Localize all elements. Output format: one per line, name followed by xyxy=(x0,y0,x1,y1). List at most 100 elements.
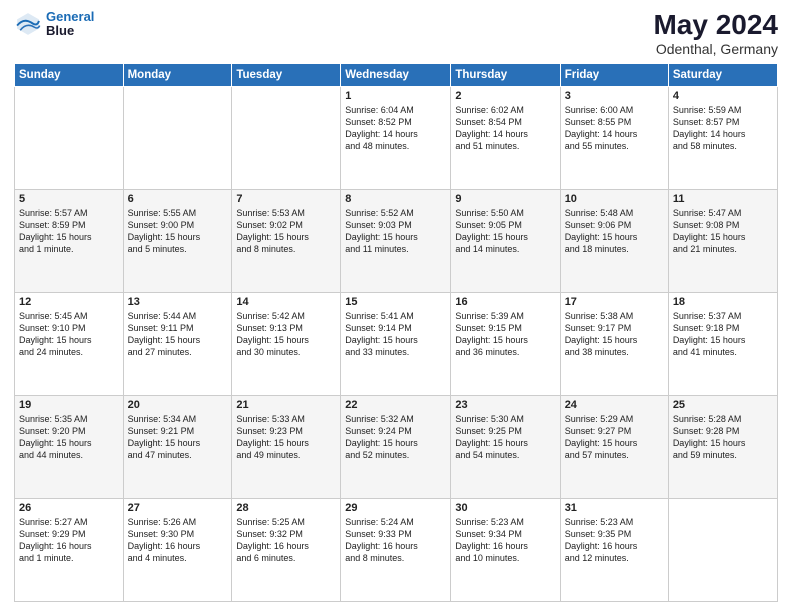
day-number: 9 xyxy=(455,193,555,205)
logo: General Blue xyxy=(14,10,94,39)
day-number: 25 xyxy=(673,399,773,411)
main-title: May 2024 xyxy=(653,10,778,41)
day-number: 28 xyxy=(236,502,336,514)
cell-3-6: 25 Sunrise: 5:28 AM Sunset: 9:28 PM Dayli… xyxy=(668,395,777,498)
cell-4-0: 26Sunrise: 5:27 AM Sunset: 9:29 PM Dayli… xyxy=(15,498,124,601)
day-number: 19 xyxy=(19,399,119,411)
cell-3-3: 22Sunrise: 5:32 AM Sunset: 9:24 PM Dayli… xyxy=(341,395,451,498)
cell-info: Sunrise: 6:04 AM Sunset: 8:52 PM Dayligh… xyxy=(345,104,446,153)
day-number: 3 xyxy=(565,90,664,102)
cell-info: Sunrise: 5:48 AM Sunset: 9:06 PM Dayligh… xyxy=(565,207,664,256)
week-row-1: 5 Sunrise: 5:57 AM Sunset: 8:59 PM Daylig… xyxy=(15,189,778,292)
cell-0-0 xyxy=(15,86,124,189)
day-number: 6 xyxy=(128,193,228,205)
day-number: 14 xyxy=(236,296,336,308)
cell-3-0: 19 Sunrise: 5:35 AM Sunset: 9:20 PM Dayli… xyxy=(15,395,124,498)
day-number: 21 xyxy=(236,399,336,411)
day-number: 27 xyxy=(128,502,228,514)
cell-info: Sunrise: 5:53 AM Sunset: 9:02 PM Dayligh… xyxy=(236,207,336,256)
day-number: 29 xyxy=(345,502,446,514)
day-number: 17 xyxy=(565,296,664,308)
calendar-header: SundayMondayTuesdayWednesdayThursdayFrid… xyxy=(15,63,778,86)
weekday-monday: Monday xyxy=(123,63,232,86)
week-row-3: 19 Sunrise: 5:35 AM Sunset: 9:20 PM Dayli… xyxy=(15,395,778,498)
cell-0-6: 4 Sunrise: 5:59 AM Sunset: 8:57 PM Daylig… xyxy=(668,86,777,189)
cell-info: Sunrise: 6:02 AM Sunset: 8:54 PM Dayligh… xyxy=(455,104,555,153)
day-number: 8 xyxy=(345,193,446,205)
logo-icon xyxy=(14,10,42,38)
cell-4-1: 27 Sunrise: 5:26 AM Sunset: 9:30 PM Dayli… xyxy=(123,498,232,601)
day-number: 11 xyxy=(673,193,773,205)
cell-info: Sunrise: 5:41 AM Sunset: 9:14 PM Dayligh… xyxy=(345,310,446,359)
day-number: 22 xyxy=(345,399,446,411)
day-number: 30 xyxy=(455,502,555,514)
cell-1-2: 7 Sunrise: 5:53 AM Sunset: 9:02 PM Daylig… xyxy=(232,189,341,292)
cell-info: Sunrise: 5:28 AM Sunset: 9:28 PM Dayligh… xyxy=(673,413,773,462)
weekday-saturday: Saturday xyxy=(668,63,777,86)
cell-4-2: 28 Sunrise: 5:25 AM Sunset: 9:32 PM Dayli… xyxy=(232,498,341,601)
cell-3-5: 24 Sunrise: 5:29 AM Sunset: 9:27 PM Dayli… xyxy=(560,395,668,498)
day-number: 7 xyxy=(236,193,336,205)
cell-3-1: 20Sunrise: 5:34 AM Sunset: 9:21 PM Dayli… xyxy=(123,395,232,498)
day-number: 24 xyxy=(565,399,664,411)
page: General Blue May 2024 Odenthal, Germany … xyxy=(0,0,792,612)
cell-info: Sunrise: 5:26 AM Sunset: 9:30 PM Dayligh… xyxy=(128,516,228,565)
day-number: 1 xyxy=(345,90,446,102)
day-number: 31 xyxy=(565,502,664,514)
weekday-row: SundayMondayTuesdayWednesdayThursdayFrid… xyxy=(15,63,778,86)
cell-info: Sunrise: 5:25 AM Sunset: 9:32 PM Dayligh… xyxy=(236,516,336,565)
day-number: 5 xyxy=(19,193,119,205)
day-number: 15 xyxy=(345,296,446,308)
title-block: May 2024 Odenthal, Germany xyxy=(653,10,778,57)
cell-info: Sunrise: 5:29 AM Sunset: 9:27 PM Dayligh… xyxy=(565,413,664,462)
cell-info: Sunrise: 6:00 AM Sunset: 8:55 PM Dayligh… xyxy=(565,104,664,153)
cell-info: Sunrise: 5:42 AM Sunset: 9:13 PM Dayligh… xyxy=(236,310,336,359)
cell-1-5: 10 Sunrise: 5:48 AM Sunset: 9:06 PM Dayli… xyxy=(560,189,668,292)
cell-info: Sunrise: 5:27 AM Sunset: 9:29 PM Dayligh… xyxy=(19,516,119,565)
cell-info: Sunrise: 5:24 AM Sunset: 9:33 PM Dayligh… xyxy=(345,516,446,565)
logo-line2: Blue xyxy=(46,24,94,38)
cell-0-2 xyxy=(232,86,341,189)
cell-2-2: 14 Sunrise: 5:42 AM Sunset: 9:13 PM Dayli… xyxy=(232,292,341,395)
weekday-wednesday: Wednesday xyxy=(341,63,451,86)
cell-1-0: 5 Sunrise: 5:57 AM Sunset: 8:59 PM Daylig… xyxy=(15,189,124,292)
day-number: 12 xyxy=(19,296,119,308)
cell-1-6: 11 Sunrise: 5:47 AM Sunset: 9:08 PM Dayli… xyxy=(668,189,777,292)
cell-info: Sunrise: 5:23 AM Sunset: 9:34 PM Dayligh… xyxy=(455,516,555,565)
day-number: 13 xyxy=(128,296,228,308)
cell-info: Sunrise: 5:44 AM Sunset: 9:11 PM Dayligh… xyxy=(128,310,228,359)
week-row-2: 12Sunrise: 5:45 AM Sunset: 9:10 PM Dayli… xyxy=(15,292,778,395)
cell-info: Sunrise: 5:38 AM Sunset: 9:17 PM Dayligh… xyxy=(565,310,664,359)
cell-info: Sunrise: 5:50 AM Sunset: 9:05 PM Dayligh… xyxy=(455,207,555,256)
day-number: 20 xyxy=(128,399,228,411)
cell-info: Sunrise: 5:30 AM Sunset: 9:25 PM Dayligh… xyxy=(455,413,555,462)
cell-0-1 xyxy=(123,86,232,189)
cell-info: Sunrise: 5:55 AM Sunset: 9:00 PM Dayligh… xyxy=(128,207,228,256)
weekday-sunday: Sunday xyxy=(15,63,124,86)
cell-3-2: 21 Sunrise: 5:33 AM Sunset: 9:23 PM Dayli… xyxy=(232,395,341,498)
cell-info: Sunrise: 5:35 AM Sunset: 9:20 PM Dayligh… xyxy=(19,413,119,462)
day-number: 10 xyxy=(565,193,664,205)
cell-0-3: 1 Sunrise: 6:04 AM Sunset: 8:52 PM Daylig… xyxy=(341,86,451,189)
header: General Blue May 2024 Odenthal, Germany xyxy=(14,10,778,57)
cell-4-5: 31Sunrise: 5:23 AM Sunset: 9:35 PM Dayli… xyxy=(560,498,668,601)
cell-1-1: 6 Sunrise: 5:55 AM Sunset: 9:00 PM Daylig… xyxy=(123,189,232,292)
week-row-4: 26Sunrise: 5:27 AM Sunset: 9:29 PM Dayli… xyxy=(15,498,778,601)
cell-2-0: 12Sunrise: 5:45 AM Sunset: 9:10 PM Dayli… xyxy=(15,292,124,395)
cell-info: Sunrise: 5:57 AM Sunset: 8:59 PM Dayligh… xyxy=(19,207,119,256)
cell-2-6: 18Sunrise: 5:37 AM Sunset: 9:18 PM Dayli… xyxy=(668,292,777,395)
day-number: 23 xyxy=(455,399,555,411)
day-number: 18 xyxy=(673,296,773,308)
day-number: 2 xyxy=(455,90,555,102)
cell-2-3: 15 Sunrise: 5:41 AM Sunset: 9:14 PM Dayli… xyxy=(341,292,451,395)
day-number: 4 xyxy=(673,90,773,102)
cell-info: Sunrise: 5:33 AM Sunset: 9:23 PM Dayligh… xyxy=(236,413,336,462)
cell-info: Sunrise: 5:47 AM Sunset: 9:08 PM Dayligh… xyxy=(673,207,773,256)
cell-info: Sunrise: 5:52 AM Sunset: 9:03 PM Dayligh… xyxy=(345,207,446,256)
weekday-tuesday: Tuesday xyxy=(232,63,341,86)
cell-info: Sunrise: 5:59 AM Sunset: 8:57 PM Dayligh… xyxy=(673,104,773,153)
cell-2-5: 17 Sunrise: 5:38 AM Sunset: 9:17 PM Dayli… xyxy=(560,292,668,395)
calendar-body: 1 Sunrise: 6:04 AM Sunset: 8:52 PM Daylig… xyxy=(15,86,778,601)
logo-text: General Blue xyxy=(46,10,94,39)
cell-info: Sunrise: 5:39 AM Sunset: 9:15 PM Dayligh… xyxy=(455,310,555,359)
